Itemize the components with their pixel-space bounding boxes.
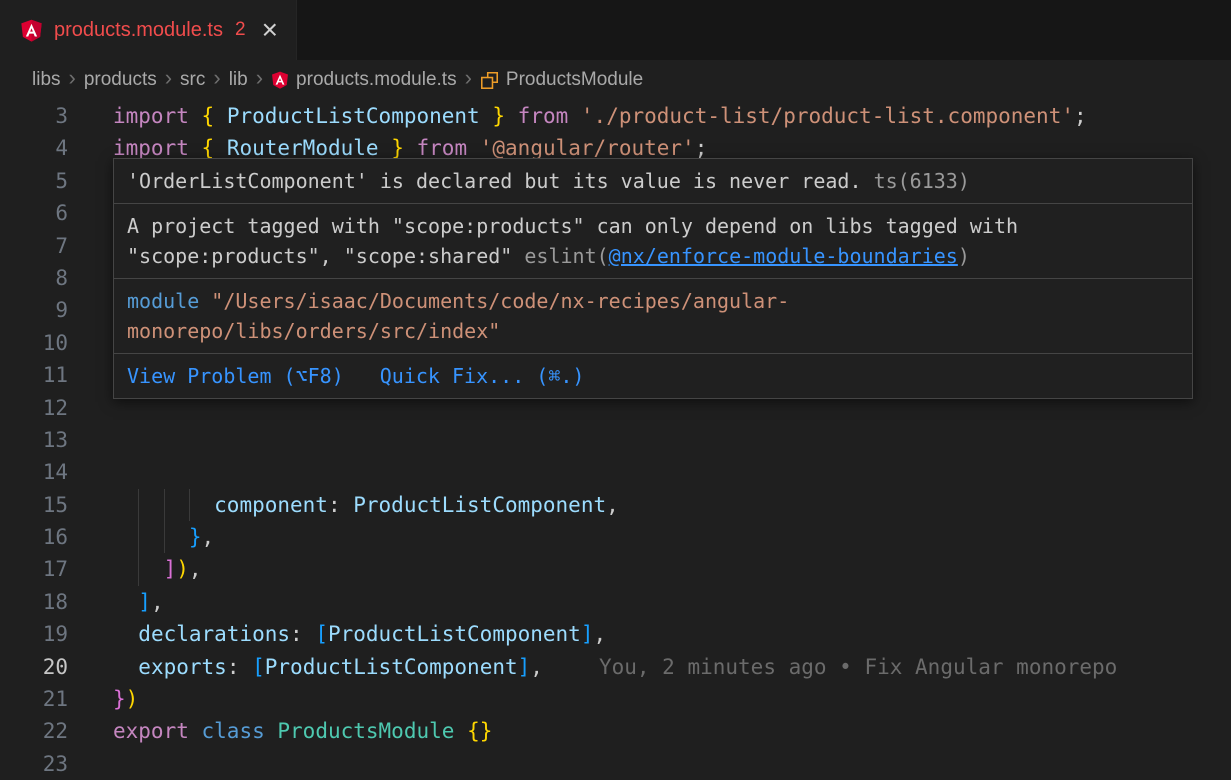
breadcrumb: libs › products › src › lib › products.m…: [0, 60, 1231, 100]
tab-products-module[interactable]: products.module.ts 2 ×: [0, 0, 297, 60]
tab-title: products.module.ts: [54, 19, 223, 42]
quick-fix-button[interactable]: Quick Fix... (⌘.): [380, 361, 585, 391]
line-number[interactable]: 13: [0, 424, 68, 456]
indent-guide: [164, 489, 165, 521]
hover-module-info: module "/Users/isaac/Documents/code/nx-r…: [114, 279, 1192, 354]
angular-icon: [20, 18, 43, 43]
line-number[interactable]: 5: [0, 165, 68, 197]
line-number[interactable]: 6: [0, 197, 68, 229]
code-line-content: ],: [113, 586, 1231, 618]
line-number[interactable]: 21: [0, 683, 68, 715]
code-line-15[interactable]: 15 component: ProductListComponent,: [0, 489, 1231, 521]
code-line-17[interactable]: 17 ]),: [0, 553, 1231, 585]
module-info-line1: module "/Users/isaac/Documents/code/nx-r…: [127, 286, 1179, 316]
module-info-line2: monorepo/libs/orders/src/index": [127, 316, 1179, 346]
line-number[interactable]: 16: [0, 521, 68, 553]
diagnostic-source-suffix: ): [958, 244, 970, 268]
diagnostic-message-line2: "scope:products", "scope:shared" eslint(…: [127, 241, 1179, 271]
line-number[interactable]: 11: [0, 359, 68, 391]
code-line-content: import { ProductListComponent } from './…: [113, 100, 1231, 132]
diagnostic-message-line1: A project tagged with "scope:products" c…: [127, 211, 1179, 241]
diagnostics-hover: 'OrderListComponent' is declared but its…: [113, 158, 1193, 399]
code-line-20[interactable]: 20 exports: [ProductListComponent],You, …: [0, 651, 1231, 683]
chevron-right-icon: ›: [465, 67, 472, 89]
chevron-right-icon: ›: [256, 67, 263, 89]
code-line-content: export class ProductsModule {}: [113, 715, 1231, 747]
code-line-14[interactable]: 14: [0, 456, 1231, 488]
close-icon[interactable]: ×: [262, 16, 278, 44]
breadcrumb-item-symbol[interactable]: ProductsModule: [480, 69, 643, 91]
diagnostic-source: ts(6133): [874, 169, 970, 193]
code-line-13[interactable]: 13: [0, 424, 1231, 456]
diagnostic-message: 'OrderListComponent' is declared but its…: [127, 169, 862, 193]
diagnostic-source-prefix: eslint(: [524, 244, 608, 268]
line-number[interactable]: 18: [0, 586, 68, 618]
code-line-content: [113, 424, 1231, 456]
git-blame-annotation: You, 2 minutes ago • Fix Angular monorep…: [599, 655, 1117, 679]
code-line-21[interactable]: 21}): [0, 683, 1231, 715]
code-line-16[interactable]: 16 },: [0, 521, 1231, 553]
chevron-right-icon: ›: [213, 67, 220, 89]
code-line-content: },: [113, 521, 1231, 553]
code-line-23[interactable]: 23: [0, 748, 1231, 780]
indent-guide: [138, 521, 139, 553]
chevron-right-icon: ›: [165, 67, 172, 89]
line-number[interactable]: 14: [0, 456, 68, 488]
code-line-22[interactable]: 22 export class ProductsModule {}: [0, 715, 1231, 747]
tab-problem-count: 2: [235, 19, 246, 41]
line-number[interactable]: 22: [0, 715, 68, 747]
code-line-content: exports: [ProductListComponent],You, 2 m…: [113, 651, 1231, 683]
hover-action-bar: View Problem (⌥F8) Quick Fix... (⌘.): [114, 354, 1192, 398]
code-line-18[interactable]: 18 ],: [0, 586, 1231, 618]
line-number[interactable]: 3: [0, 100, 68, 132]
code-line-3[interactable]: 3 import { ProductListComponent } from '.…: [0, 100, 1231, 132]
eslint-rule-link[interactable]: @nx/enforce-module-boundaries: [609, 244, 958, 268]
line-number[interactable]: 20: [0, 651, 68, 683]
chevron-right-icon: ›: [69, 67, 76, 89]
breadcrumb-item-file[interactable]: products.module.ts: [271, 69, 457, 91]
line-number[interactable]: 15: [0, 489, 68, 521]
hover-eslint-diagnostic: A project tagged with "scope:products" c…: [114, 204, 1192, 279]
tab-bar: products.module.ts 2 ×: [0, 0, 1231, 60]
line-number[interactable]: 19: [0, 618, 68, 650]
view-problem-button[interactable]: View Problem (⌥F8): [127, 361, 344, 391]
code-line-content: [113, 748, 1231, 780]
line-number[interactable]: 10: [0, 327, 68, 359]
indent-guide: [189, 489, 190, 521]
breadcrumb-item-libs[interactable]: libs: [32, 69, 61, 91]
breadcrumb-item-src[interactable]: src: [180, 69, 205, 91]
line-number[interactable]: 23: [0, 748, 68, 780]
code-line-content: ]),: [113, 553, 1231, 585]
code-line-content: [113, 456, 1231, 488]
code-line-19[interactable]: 19 declarations: [ProductListComponent],: [0, 618, 1231, 650]
indent-guide: [138, 489, 139, 521]
code-line-content: component: ProductListComponent,: [113, 489, 1231, 521]
code-line-content: declarations: [ProductListComponent],: [113, 618, 1231, 650]
indent-guide: [138, 553, 139, 585]
line-number[interactable]: 4: [0, 132, 68, 164]
class-symbol-icon: [480, 71, 499, 90]
line-number[interactable]: 7: [0, 230, 68, 262]
code-line-content: }): [113, 683, 1231, 715]
module-keyword: module: [127, 289, 199, 313]
indent-guide: [164, 521, 165, 553]
angular-icon: [271, 70, 289, 90]
line-number[interactable]: 17: [0, 553, 68, 585]
breadcrumb-item-products[interactable]: products: [84, 69, 157, 91]
line-number[interactable]: 9: [0, 294, 68, 326]
line-number[interactable]: 8: [0, 262, 68, 294]
hover-ts-diagnostic: 'OrderListComponent' is declared but its…: [114, 159, 1192, 204]
line-number[interactable]: 12: [0, 392, 68, 424]
breadcrumb-item-lib[interactable]: lib: [229, 69, 248, 91]
